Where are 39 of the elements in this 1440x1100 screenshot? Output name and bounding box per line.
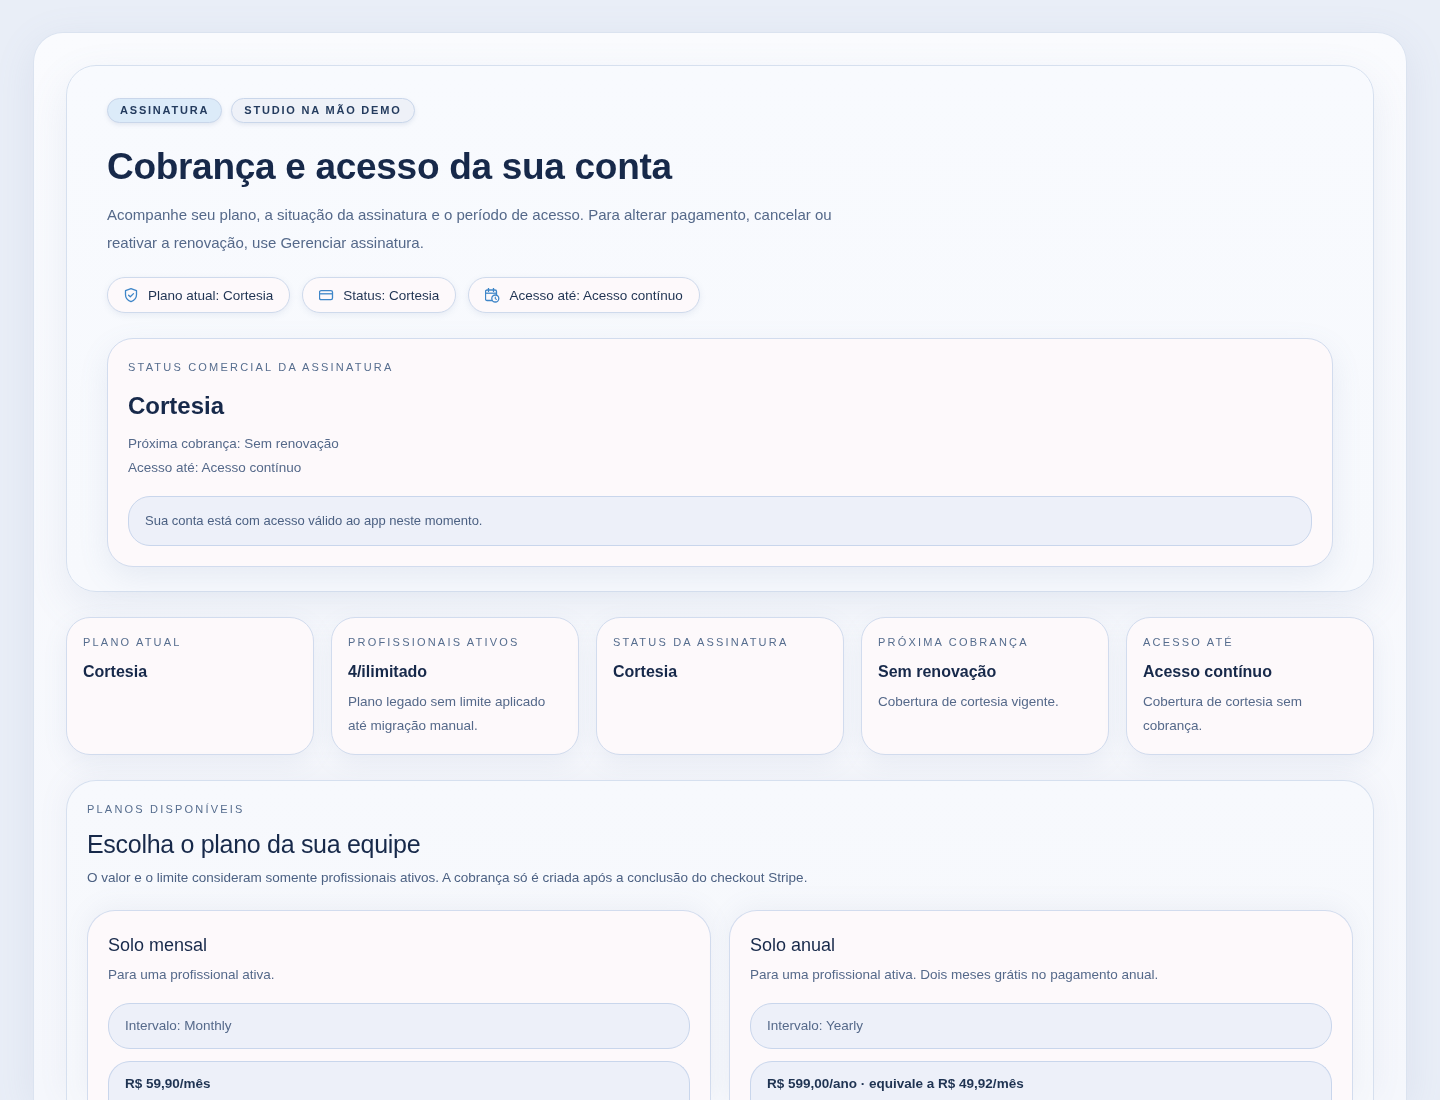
summary-label: PROFISSIONAIS ATIVOS: [348, 635, 521, 649]
price-summary: R$ 59,90/mês: [108, 1061, 690, 1100]
section-tag: ASSINATURA: [107, 98, 223, 123]
status-card-title: Cortesia: [128, 391, 226, 421]
summary-label: PLANO ATUAL: [83, 635, 183, 649]
page-title: Cobrança e acesso da sua conta: [107, 145, 674, 189]
summary-value: Cortesia: [83, 662, 149, 682]
summary-value: Cortesia: [613, 662, 679, 682]
summary-note: Cobertura de cortesia sem cobrança.: [1143, 693, 1304, 735]
status-card-label: STATUS COMERCIAL DA ASSINATURA: [128, 360, 395, 374]
plan-name: Solo mensal: [108, 934, 209, 956]
summary-note: Plano legado sem limite aplicado até migração manual.: [348, 693, 547, 735]
section-tag: STUDIO NA MÃO DEMO: [231, 98, 415, 123]
summary-value: Sem renovação: [878, 662, 998, 682]
summary-label: PRÓXIMA COBRANÇA: [878, 635, 1030, 649]
summary-label: ACESSO ATÉ: [1143, 635, 1235, 649]
chip-label: Acesso até: Acesso contínuo: [509, 287, 683, 303]
section-description: O valor e o limite consideram somente profissionais ativos. A cobrança só é criada após a conclusão do checkout Stripe.: [87, 869, 809, 887]
price-summary: R$ 599,00/ano · equivale a R$ 49,92/mês: [750, 1061, 1332, 1100]
section-label: PLANOS DISPONÍVEIS: [87, 802, 246, 816]
chip-label: Plano atual: Cortesia: [148, 287, 274, 303]
plan-description: Para uma profissional ativa. Dois meses grátis no pagamento anual.: [750, 966, 1160, 984]
status-detail: Próxima cobrança: Sem renovação: [128, 435, 340, 453]
shield-check-icon: [124, 287, 139, 303]
notice-banner: Sua conta está com acesso válido ao app neste momento.: [128, 496, 1312, 546]
plan-name: Solo anual: [750, 934, 837, 956]
summary-note: Cobertura de cortesia vigente.: [878, 693, 1060, 711]
plan-description: Para uma profissional ativa.: [108, 966, 276, 984]
summary-value: 4/ilimitado: [348, 662, 429, 682]
calendar-clock-icon: [485, 287, 501, 303]
status-detail: Acesso até: Acesso contínuo: [128, 459, 303, 477]
summary-value: Acesso contínuo: [1143, 662, 1273, 682]
interval-note: Intervalo: Yearly: [750, 1003, 1332, 1049]
card-icon: [319, 287, 335, 303]
page-description: Acompanhe seu plano, a situação da assinatura e o período de acesso. Para alterar pagamento, cancelar ou reativar a renovação, use Gerenciar assinatura.: [107, 205, 833, 253]
interval-note: Intervalo: Monthly: [108, 1003, 690, 1049]
summary-label: STATUS DA ASSINATURA: [613, 635, 790, 649]
section-title: Escolha o plano da sua equipe: [87, 829, 422, 860]
chip-label: Status: Cortesia: [343, 287, 440, 303]
